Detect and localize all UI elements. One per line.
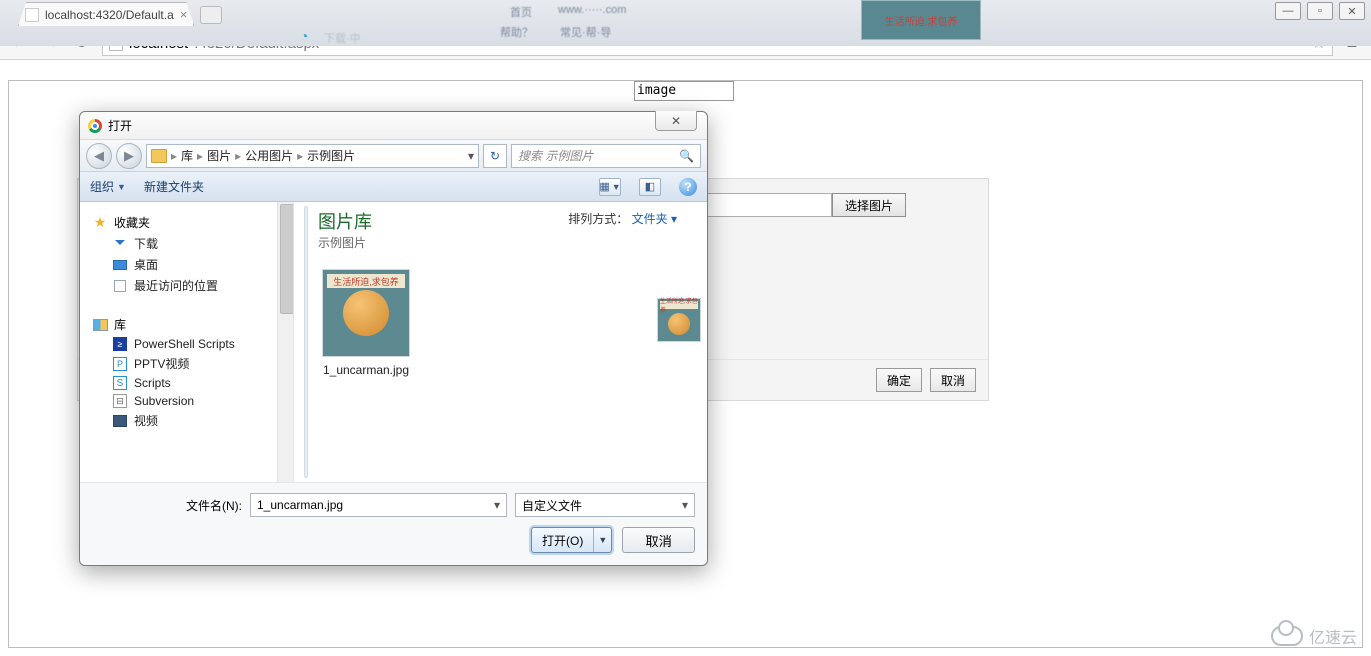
breadcrumb-dropdown-icon[interactable]: ▾ [468,149,474,163]
chrome-icon [88,119,102,133]
file-item[interactable]: 生活所迫,求包养 1_uncarman.jpg [318,269,414,377]
page-viewport: image 选择图片 120*120 确定 取消 打开 ✕ ◀ ▶ [8,80,1363,648]
breadcrumb-item[interactable]: 示例图片 [307,147,355,164]
preview-pane-button[interactable]: ◧ [639,178,661,196]
folder-icon [151,149,167,163]
chevron-down-icon[interactable]: ▾ [682,498,688,512]
sidebar-group-favorites[interactable]: ★收藏夹 [92,212,281,233]
arrange-by[interactable]: 排列方式： 文件夹 ▾ [568,210,677,227]
dialog-search-input[interactable]: 搜索 示例图片 🔍 [511,144,701,168]
image-label-box: image [634,81,734,101]
file-thumbnail: 生活所迫,求包养 [322,269,410,357]
dialog-toolbar: 组织 ▼ 新建文件夹 ▦▼ ◧ ? [80,172,707,202]
open-split-dropdown[interactable]: ▼ [593,528,611,552]
file-open-dialog: 打开 ✕ ◀ ▶ ▸ 库▸ 图片▸ 公用图片▸ 示例图片 ▾ ↻ 搜索 示例图片… [79,111,708,566]
chevron-down-icon[interactable]: ▾ [494,498,500,512]
dialog-footer: 文件名(N): 1_uncarman.jpg▾ 自定义文件▾ 打开(O) ▼ 取… [80,482,707,565]
sidebar-item-videos[interactable]: 视频 [92,410,281,431]
filename-combobox[interactable]: 1_uncarman.jpg▾ [250,493,507,517]
thumb-caption-band: 生活所迫,求包养 [327,274,405,288]
panel-ok-button[interactable]: 确定 [876,368,922,392]
search-placeholder: 搜索 示例图片 [518,147,593,164]
search-icon[interactable]: 🔍 [679,149,694,163]
filetype-combobox[interactable]: 自定义文件▾ [515,493,695,517]
refresh-button[interactable]: ↻ [483,144,507,168]
view-mode-button[interactable]: ▦▼ [599,178,621,196]
panel-cancel-button[interactable]: 取消 [930,368,976,392]
breadcrumb-item[interactable]: 库 [181,147,193,164]
page-favicon [25,8,39,22]
breadcrumb-item[interactable]: 图片 [207,147,231,164]
tab-close-icon[interactable]: × [180,7,188,22]
watermark: 亿速云 [1271,624,1357,648]
open-button[interactable]: 打开(O) ▼ [531,527,612,553]
tab-title: localhost:4320/Default.a [45,8,174,22]
dialog-file-list: 图片库 示例图片 排列方式： 文件夹 ▾ 生活所迫,求包养 1_uncarman… [294,202,707,482]
library-subtitle: 示例图片 [318,234,372,251]
browser-tab[interactable]: localhost:4320/Default.a × [18,2,194,26]
help-icon[interactable]: ? [679,178,697,196]
dialog-title: 打开 [108,117,132,134]
filename-label: 文件名(N): [92,497,242,514]
new-tab-button[interactable] [200,6,222,24]
select-image-button[interactable]: 选择图片 [832,193,906,217]
dialog-nav-row: ◀ ▶ ▸ 库▸ 图片▸ 公用图片▸ 示例图片 ▾ ↻ 搜索 示例图片 🔍 [80,140,707,172]
breadcrumb-item[interactable]: 公用图片 [245,147,293,164]
sidebar-item-downloads[interactable]: 下载 [92,233,281,254]
dialog-close-button[interactable]: ✕ [655,111,697,131]
preview-pane-thumb: 生活所迫,求包养 [657,298,701,342]
library-title: 图片库 [318,208,372,234]
sidebar-scrollbar[interactable] [277,202,293,482]
nav-back-button[interactable]: ◀ [86,143,112,169]
blur-text: 下载·中 [324,30,361,46]
breadcrumb-bar[interactable]: ▸ 库▸ 图片▸ 公用图片▸ 示例图片 ▾ [146,144,479,168]
dialog-cancel-button[interactable]: 取消 [622,527,695,553]
pane-splitter[interactable] [304,206,308,478]
sidebar-item-subversion[interactable]: ⊟Subversion [92,392,281,410]
sidebar-group-libraries[interactable]: 库 [92,314,281,335]
blur-text: 帮助？ [500,24,533,40]
organize-menu[interactable]: 组织 ▼ [90,178,126,195]
browser-tab-bar: localhost:4320/Default.a × [0,0,1371,26]
sidebar-item-scripts[interactable]: SScripts [92,374,281,392]
sidebar-item-recent[interactable]: 最近访问的位置 [92,275,281,296]
sidebar-item-powershell[interactable]: ≥PowerShell Scripts [92,335,281,353]
cloud-icon [1271,626,1303,646]
nav-forward-button[interactable]: ▶ [116,143,142,169]
dialog-titlebar: 打开 [80,112,707,140]
sidebar-item-desktop[interactable]: 桌面 [92,254,281,275]
blur-icon: ◔ [300,28,308,44]
new-folder-button[interactable]: 新建文件夹 [144,178,204,195]
blur-text: 常见·帮·导 [560,24,611,40]
dialog-sidebar: ★收藏夹 下载 桌面 最近访问的位置 库 ≥PowerShell Scripts… [80,202,294,482]
file-name: 1_uncarman.jpg [318,363,414,377]
arrange-value[interactable]: 文件夹 ▾ [632,212,677,226]
sidebar-item-pptv[interactable]: PPPTV视频 [92,353,281,374]
